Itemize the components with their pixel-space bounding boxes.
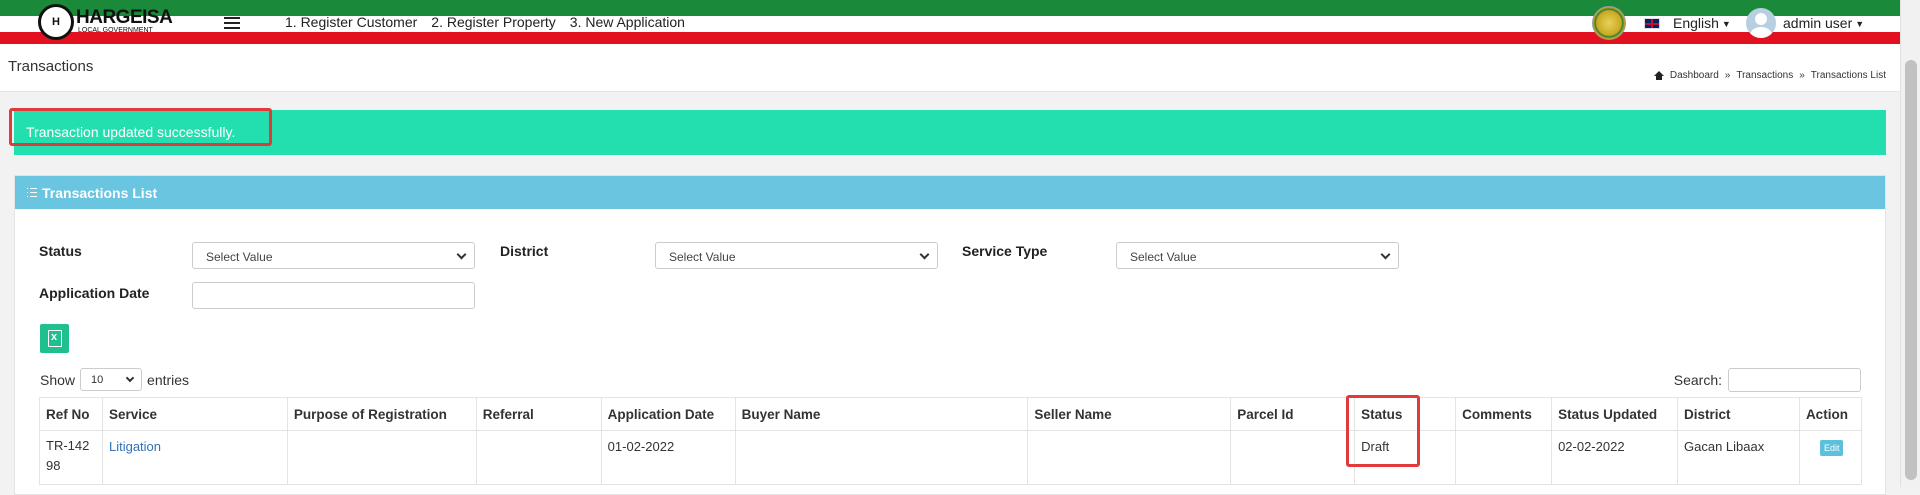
caret-down-icon: ▼: [1855, 19, 1865, 30]
chevron-down-icon: [456, 249, 467, 260]
cell-ref-no: TR-14298: [39, 430, 103, 485]
chevron-down-icon: [919, 249, 930, 260]
export-excel-button[interactable]: [40, 324, 69, 353]
search-input[interactable]: [1728, 368, 1861, 392]
transactions-table: Ref No Service Purpose of Registration R…: [39, 397, 1863, 485]
column-header-purpose[interactable]: Purpose of Registration: [286, 397, 477, 431]
cell-referral: [475, 430, 602, 485]
column-header-referral[interactable]: Referral: [475, 397, 602, 431]
column-header-application-date[interactable]: Application Date: [600, 397, 736, 431]
entries-value: 10: [91, 374, 104, 386]
column-header-parcel-id[interactable]: Parcel Id: [1230, 397, 1356, 431]
column-header-comments[interactable]: Comments: [1455, 397, 1553, 431]
application-date-input[interactable]: [192, 282, 475, 309]
uk-flag-icon: [1644, 18, 1660, 29]
success-alert: Transaction updated successfully.: [14, 110, 1886, 155]
service-type-filter-select[interactable]: Select Value: [1116, 242, 1399, 269]
table-search: Search:: [1674, 368, 1861, 392]
page-length-control: Show 10 entries: [40, 368, 189, 391]
entries-label: entries: [147, 371, 190, 388]
table-row: TR-14298 Litigation 01-02-2022 Draft 02-…: [39, 430, 1863, 485]
status-filter-select[interactable]: Select Value: [192, 242, 475, 269]
service-type-filter-label: Service Type: [962, 243, 1048, 259]
column-header-action: Action: [1798, 397, 1863, 431]
language-label: English: [1673, 15, 1719, 31]
home-icon: [1653, 71, 1664, 80]
district-filter-select[interactable]: Select Value: [655, 242, 938, 269]
edit-button[interactable]: Edit: [1819, 440, 1844, 456]
breadcrumb-transactions-list: Transactions List: [1810, 70, 1886, 81]
cell-action: Edit: [1798, 430, 1863, 485]
user-name: admin user: [1783, 15, 1853, 31]
breadcrumb-separator: »: [1799, 70, 1805, 81]
cell-seller-name: [1027, 430, 1232, 485]
user-avatar[interactable]: [1746, 8, 1776, 38]
search-label: Search:: [1673, 372, 1722, 388]
service-type-filter-value: Select Value: [1130, 250, 1197, 264]
status-filter-value: Select Value: [206, 250, 273, 264]
cell-district: Gacan Libaax: [1677, 430, 1800, 485]
column-header-status-updated[interactable]: Status Updated: [1551, 397, 1678, 431]
cell-comments: [1455, 430, 1553, 485]
language-dropdown[interactable]: English ▼: [1673, 15, 1731, 31]
scrollbar-thumb[interactable]: [1905, 60, 1917, 480]
service-link[interactable]: Litigation: [109, 439, 161, 454]
transactions-panel: Transactions List Status Select Value Di…: [14, 175, 1886, 495]
cell-service: Litigation: [101, 430, 288, 485]
alert-highlight-box: [9, 108, 272, 146]
list-icon: [27, 188, 37, 197]
breadcrumb-separator: »: [1724, 70, 1731, 81]
government-seal-icon: [1592, 6, 1626, 40]
cell-application-date: 01-02-2022: [600, 430, 736, 485]
page-scrollbar[interactable]: [1900, 0, 1920, 487]
cell-status-updated: 02-02-2022: [1551, 430, 1678, 485]
top-navbar: H HARGEISA LOCAL GOVERNMENT 1. Register …: [0, 0, 1900, 46]
caret-down-icon: ▼: [1721, 19, 1731, 30]
chevron-down-icon: [125, 373, 135, 383]
application-date-label: Application Date: [39, 285, 150, 301]
column-header-service[interactable]: Service: [101, 397, 288, 431]
cell-purpose: [286, 430, 477, 485]
district-filter-label: District: [500, 243, 549, 259]
table-header-row: Ref No Service Purpose of Registration R…: [39, 397, 1863, 431]
show-label: Show: [40, 371, 76, 388]
user-menu[interactable]: admin user ▼: [1783, 15, 1864, 31]
entries-select[interactable]: 10: [80, 368, 143, 391]
column-header-seller-name[interactable]: Seller Name: [1027, 397, 1232, 431]
chevron-down-icon: [1380, 249, 1391, 260]
cell-parcel-id: [1230, 430, 1356, 485]
column-header-ref-no[interactable]: Ref No: [39, 397, 103, 431]
breadcrumb-transactions[interactable]: Transactions: [1736, 70, 1793, 81]
status-highlight-box: [1346, 395, 1420, 467]
district-filter-value: Select Value: [669, 250, 736, 264]
cell-buyer-name: [734, 430, 1029, 485]
panel-title: Transactions List: [42, 184, 158, 201]
status-filter-label: Status: [39, 243, 82, 259]
page-header: Transactions Dashboard » Transactions » …: [0, 46, 1900, 92]
page-title: Transactions: [8, 58, 94, 75]
column-header-district[interactable]: District: [1677, 397, 1800, 431]
breadcrumb-dashboard[interactable]: Dashboard: [1670, 70, 1719, 81]
breadcrumb: Dashboard » Transactions » Transactions …: [1653, 70, 1886, 81]
column-header-buyer-name[interactable]: Buyer Name: [734, 397, 1029, 431]
panel-heading: Transactions List: [15, 176, 1885, 209]
